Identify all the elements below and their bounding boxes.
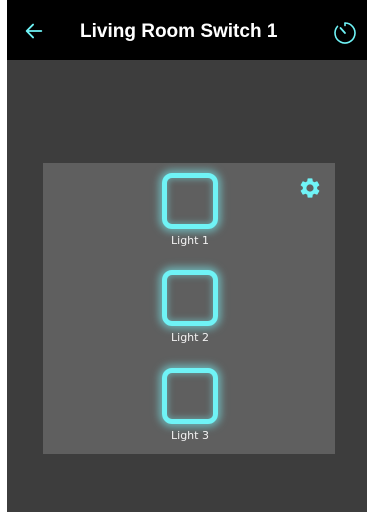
light-2-switch[interactable]: Light 2 xyxy=(160,270,220,354)
light-1-switch[interactable]: Light 1 xyxy=(160,173,220,257)
back-button[interactable] xyxy=(21,18,47,44)
app-bar: Living Room Switch 1 xyxy=(7,0,367,60)
light-1-label: Light 1 xyxy=(171,234,209,247)
settings-button[interactable] xyxy=(297,175,323,201)
screen: Living Room Switch 1 Light 1 Light 2 Lig… xyxy=(7,0,367,512)
light-1-toggle[interactable] xyxy=(162,173,218,229)
page-title: Living Room Switch 1 xyxy=(80,21,278,42)
timer-button[interactable] xyxy=(332,20,358,46)
light-2-label: Light 2 xyxy=(171,331,209,344)
light-3-toggle[interactable] xyxy=(162,368,218,424)
switch-panel: Light 1 Light 2 Light 3 xyxy=(43,163,335,454)
light-3-label: Light 3 xyxy=(171,429,209,442)
back-arrow-icon xyxy=(25,23,43,39)
timer-icon xyxy=(334,22,356,44)
gear-icon xyxy=(300,178,320,198)
light-3-switch[interactable]: Light 3 xyxy=(160,368,220,452)
light-2-toggle[interactable] xyxy=(162,270,218,326)
